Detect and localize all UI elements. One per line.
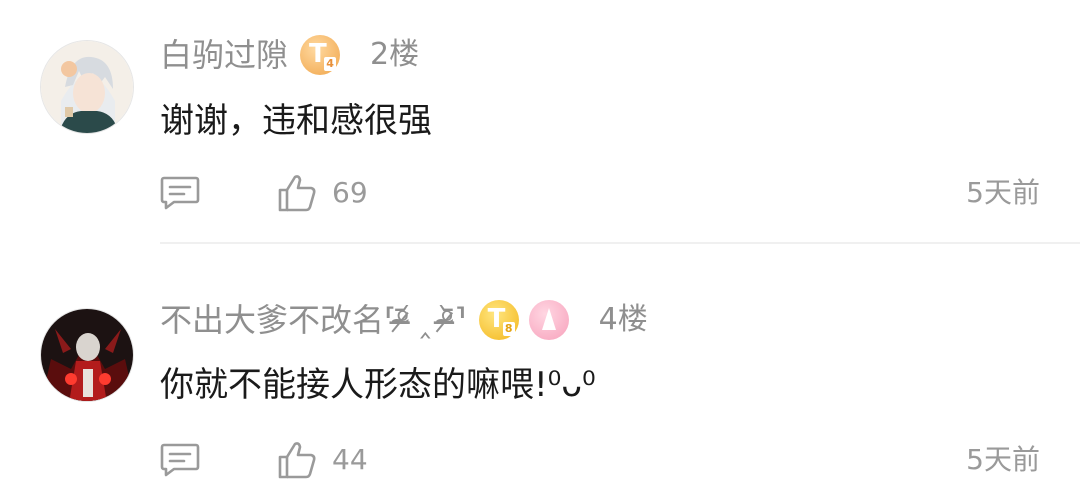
floor-number: 4楼 — [598, 302, 648, 337]
divider — [160, 242, 1080, 244]
member-badge-icon — [528, 300, 569, 340]
thumbs-up-icon[interactable] — [277, 173, 317, 213]
like-count: 44 — [332, 443, 368, 476]
comment-item: 白驹过隙 T 4 2楼 谢谢，违和感很强 69 5天前 — [0, 0, 1080, 244]
reply-icon[interactable] — [160, 442, 200, 478]
comment-actions: 44 5天前 — [160, 440, 1040, 480]
avatar[interactable] — [40, 308, 134, 402]
comment-actions: 69 5天前 — [160, 173, 1040, 213]
timestamp: 5天前 — [966, 176, 1040, 209]
comment-text: 谢谢，违和感很强 — [160, 101, 432, 141]
comment-item: 不出大爹不改名⸢ᵒ̴̶̷᷄ ‸ ᵒ̴̶̷᷅⸣ T 8 4楼 你就不能接人形态的嘛… — [0, 262, 1080, 496]
thumbs-up-icon[interactable] — [277, 440, 317, 480]
floor-number: 2楼 — [370, 37, 420, 72]
username[interactable]: 白驹过隙 — [160, 33, 288, 77]
user-level-badge: T 4 — [300, 35, 341, 75]
timestamp: 5天前 — [966, 443, 1040, 476]
comment-text: 你就不能接人形态的嘛喂!⁰ᴗ⁰ — [160, 365, 596, 405]
avatar[interactable] — [40, 40, 134, 134]
comment-header: 白驹过隙 T 4 2楼 — [160, 33, 419, 77]
user-level-badge: T 8 — [478, 300, 519, 340]
reply-icon[interactable] — [160, 175, 200, 211]
like-count: 69 — [332, 176, 368, 209]
comment-header: 不出大爹不改名⸢ᵒ̴̶̷᷄ ‸ ᵒ̴̶̷᷅⸣ T 8 4楼 — [160, 298, 648, 342]
username[interactable]: 不出大爹不改名⸢ᵒ̴̶̷᷄ ‸ ᵒ̴̶̷᷅⸣ — [160, 298, 467, 342]
